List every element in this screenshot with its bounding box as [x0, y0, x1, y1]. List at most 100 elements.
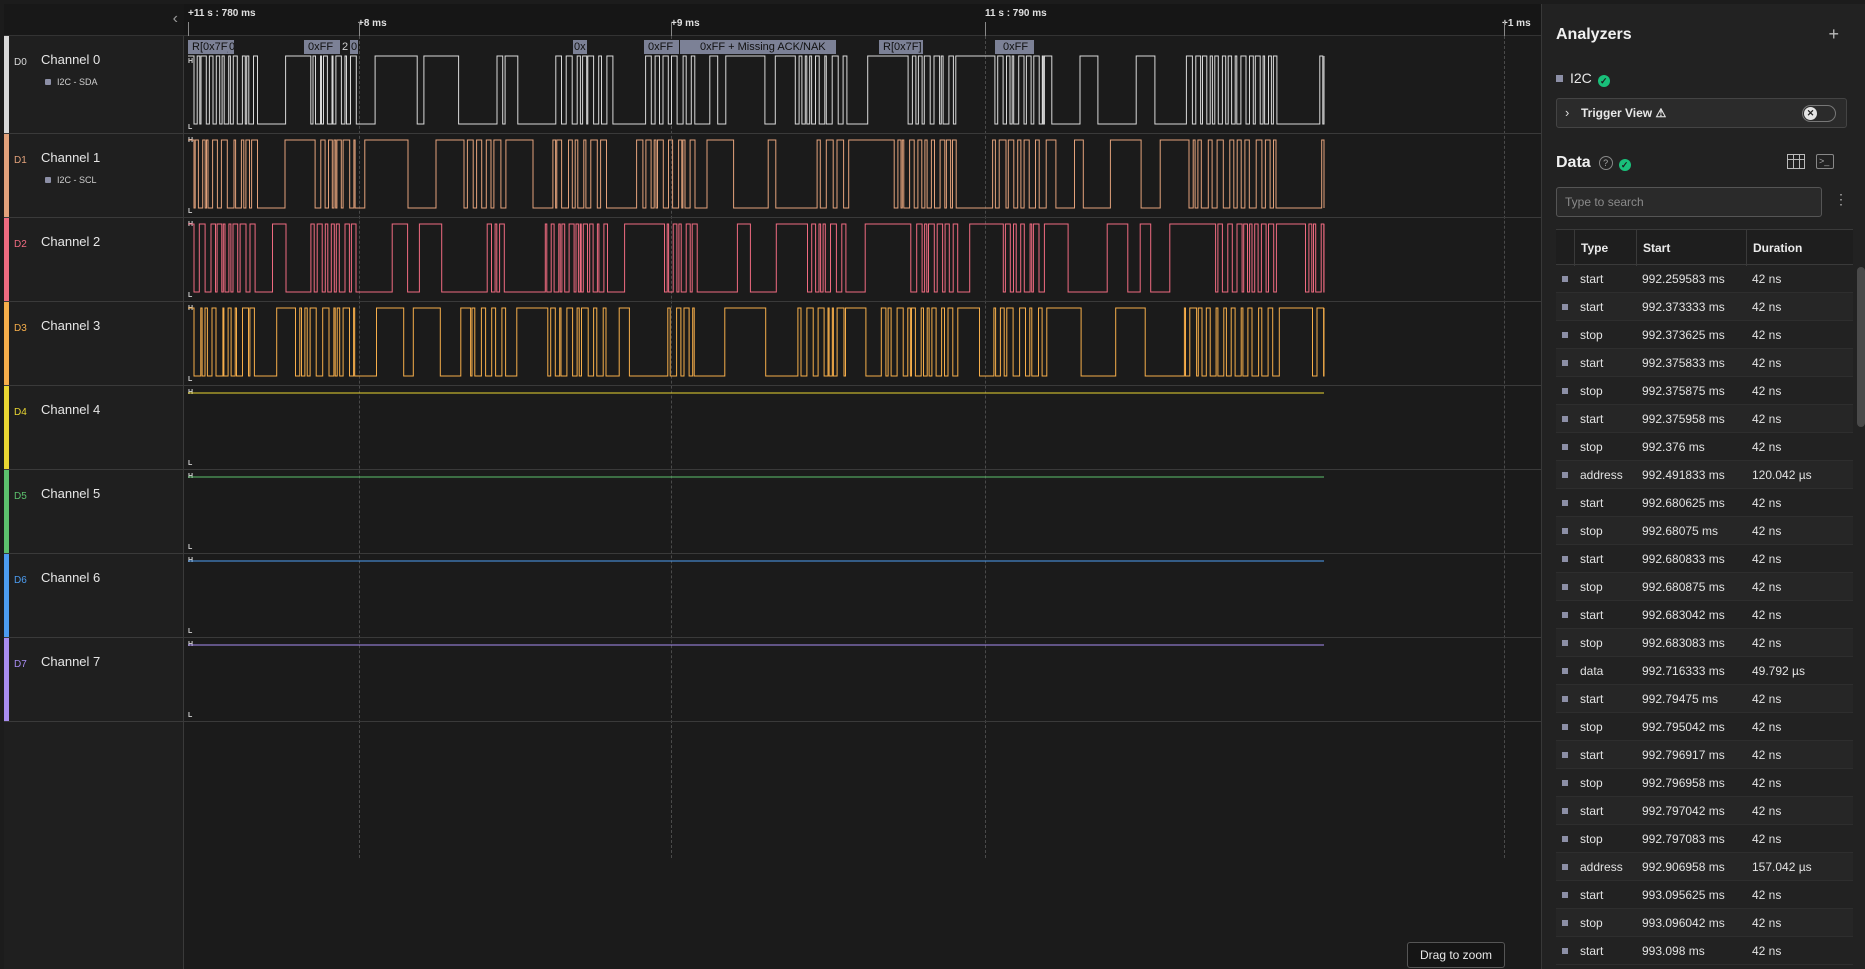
channel-label-0[interactable]: D0 Channel 0 I2C - SDA	[4, 36, 184, 134]
table-row[interactable]: stop 992.683083 ms 42 ns	[1556, 629, 1853, 657]
cell-type: start	[1580, 412, 1604, 426]
channel-label-4[interactable]: D4 Channel 4	[4, 386, 184, 470]
channel-label-1[interactable]: D1 Channel 1 I2C - SCL	[4, 134, 184, 218]
terminal-view-icon[interactable]: >_	[1816, 154, 1834, 169]
channel-color-bar	[4, 386, 9, 469]
table-row[interactable]: stop 993.096042 ms 42 ns	[1556, 909, 1853, 937]
channel-label-column: ‹ D0 Channel 0 I2C - SDA D1 Channel 1 I2C - S…	[4, 4, 184, 969]
cell-type: stop	[1580, 580, 1603, 594]
channel-row-1[interactable]: HL	[184, 134, 1541, 218]
channel-name[interactable]: Channel 1	[41, 150, 100, 165]
table-row[interactable]: start 992.797042 ms 42 ns	[1556, 797, 1853, 825]
add-analyzer-button[interactable]: +	[1828, 24, 1839, 45]
cell-start: 993.095625 ms	[1642, 888, 1725, 902]
level-high-label: H	[188, 137, 194, 144]
analyzer-item-i2c[interactable]: I2C ✓	[1556, 70, 1610, 87]
table-view-icon[interactable]	[1787, 154, 1805, 169]
trigger-view-toggle[interactable]: ✕	[1802, 105, 1836, 122]
table-row[interactable]: data 992.716333 ms 49.792 µs	[1556, 657, 1853, 685]
table-row[interactable]: start 992.373333 ms 42 ns	[1556, 293, 1853, 321]
more-options-icon[interactable]: ⋮	[1834, 191, 1848, 208]
chevron-right-icon[interactable]: ›	[1565, 105, 1569, 120]
table-row[interactable]: start 992.375833 ms 42 ns	[1556, 349, 1853, 377]
channel-row-3[interactable]: HL	[184, 302, 1541, 386]
logic-analyzer-app: ‹ D0 Channel 0 I2C - SDA D1 Channel 1 I2C - S…	[0, 0, 1865, 969]
channel-id: D0	[14, 57, 27, 68]
cell-duration: 42 ns	[1752, 384, 1782, 398]
channel-name[interactable]: Channel 4	[41, 402, 100, 417]
waveform-area[interactable]: +11 s : 780 ms +8 ms +9 ms 11 s : 790 ms…	[184, 4, 1541, 969]
channel-row-2[interactable]: HL	[184, 218, 1541, 302]
channel-row-5[interactable]: HL	[184, 470, 1541, 554]
column-header-start[interactable]: Start	[1636, 230, 1746, 266]
table-row[interactable]: start 992.680833 ms 42 ns	[1556, 545, 1853, 573]
channel-label-5[interactable]: D5 Channel 5	[4, 470, 184, 554]
cell-type: start	[1580, 692, 1604, 706]
help-icon[interactable]: ?	[1598, 156, 1613, 170]
table-row[interactable]: stop 992.795042 ms 42 ns	[1556, 713, 1853, 741]
channel-name[interactable]: Channel 2	[41, 234, 100, 249]
channel-label-2[interactable]: D2 Channel 2	[4, 218, 184, 302]
table-row[interactable]: start 992.680625 ms 42 ns	[1556, 489, 1853, 517]
cell-start: 992.797083 ms	[1642, 832, 1725, 846]
level-low-label: L	[188, 544, 193, 551]
cell-start: 992.683083 ms	[1642, 636, 1725, 650]
table-row[interactable]: stop 992.373625 ms 42 ns	[1556, 321, 1853, 349]
table-row[interactable]: address 992.906958 ms 157.042 µs	[1556, 853, 1853, 881]
row-color-swatch	[1556, 573, 1574, 601]
level-low-label: L	[188, 124, 193, 131]
table-row[interactable]: address 992.491833 ms 120.042 µs	[1556, 461, 1853, 489]
table-row[interactable]: start 992.375958 ms 42 ns	[1556, 405, 1853, 433]
channel-id: D6	[14, 575, 27, 586]
data-search-input[interactable]	[1556, 187, 1822, 217]
table-scrollbar[interactable]	[1857, 267, 1865, 427]
cell-start: 992.796958 ms	[1642, 776, 1725, 790]
table-row[interactable]: start 992.796917 ms 42 ns	[1556, 741, 1853, 769]
table-row[interactable]: stop 992.796958 ms 42 ns	[1556, 769, 1853, 797]
cell-start: 992.491833 ms	[1642, 468, 1725, 482]
cell-duration: 120.042 µs	[1752, 468, 1812, 482]
table-row[interactable]: start 992.79475 ms 42 ns	[1556, 685, 1853, 713]
table-row[interactable]: stop 992.68075 ms 42 ns	[1556, 517, 1853, 545]
channel-name[interactable]: Channel 6	[41, 570, 100, 585]
row-color-swatch	[1556, 629, 1574, 657]
level-low-label: L	[188, 460, 193, 467]
cell-type: stop	[1580, 832, 1603, 846]
channel-row-4[interactable]: HL	[184, 386, 1541, 470]
cell-type: stop	[1580, 720, 1603, 734]
chevron-left-icon[interactable]: ‹	[173, 10, 178, 28]
table-row[interactable]: start 992.683042 ms 42 ns	[1556, 601, 1853, 629]
channel-row-7[interactable]: HL	[184, 638, 1541, 722]
table-row[interactable]: stop 992.680875 ms 42 ns	[1556, 573, 1853, 601]
channel-row-6[interactable]: HL	[184, 554, 1541, 638]
drag-to-zoom-button[interactable]: Drag to zoom	[1407, 942, 1505, 968]
channel-name[interactable]: Channel 0	[41, 52, 100, 67]
cell-duration: 42 ns	[1752, 608, 1782, 622]
table-row[interactable]: stop 992.797083 ms 42 ns	[1556, 825, 1853, 853]
row-color-swatch	[1556, 853, 1574, 881]
channel-name[interactable]: Channel 5	[41, 486, 100, 501]
channel-id: D3	[14, 323, 27, 334]
column-header-type[interactable]: Type	[1574, 230, 1636, 266]
table-row[interactable]: start 993.095625 ms 42 ns	[1556, 881, 1853, 909]
cell-duration: 42 ns	[1752, 888, 1782, 902]
channel-label-3[interactable]: D3 Channel 3	[4, 302, 184, 386]
timeline-label-790ms: 11 s : 790 ms	[985, 8, 1047, 19]
row-color-swatch	[1556, 657, 1574, 685]
table-row[interactable]: start 993.098 ms 42 ns	[1556, 937, 1853, 965]
timeline-ruler[interactable]: +11 s : 780 ms +8 ms +9 ms 11 s : 790 ms…	[184, 4, 1541, 36]
cell-duration: 157.042 µs	[1752, 860, 1812, 874]
channel-label-7[interactable]: D7 Channel 7	[4, 638, 184, 722]
channel-name[interactable]: Channel 7	[41, 654, 100, 669]
timeline-label-8ms: +8 ms	[358, 18, 387, 29]
table-row[interactable]: start 992.259583 ms 42 ns	[1556, 265, 1853, 293]
channel-row-0[interactable]: HL	[184, 36, 1541, 134]
cell-duration: 42 ns	[1752, 496, 1782, 510]
channel-name[interactable]: Channel 3	[41, 318, 100, 333]
table-row[interactable]: stop 992.376 ms 42 ns	[1556, 433, 1853, 461]
trigger-view-row[interactable]: › Trigger View ⚠ ✕	[1556, 98, 1847, 128]
level-high-label: H	[188, 221, 194, 228]
column-header-duration[interactable]: Duration	[1746, 230, 1836, 266]
table-row[interactable]: stop 992.375875 ms 42 ns	[1556, 377, 1853, 405]
channel-label-6[interactable]: D6 Channel 6	[4, 554, 184, 638]
